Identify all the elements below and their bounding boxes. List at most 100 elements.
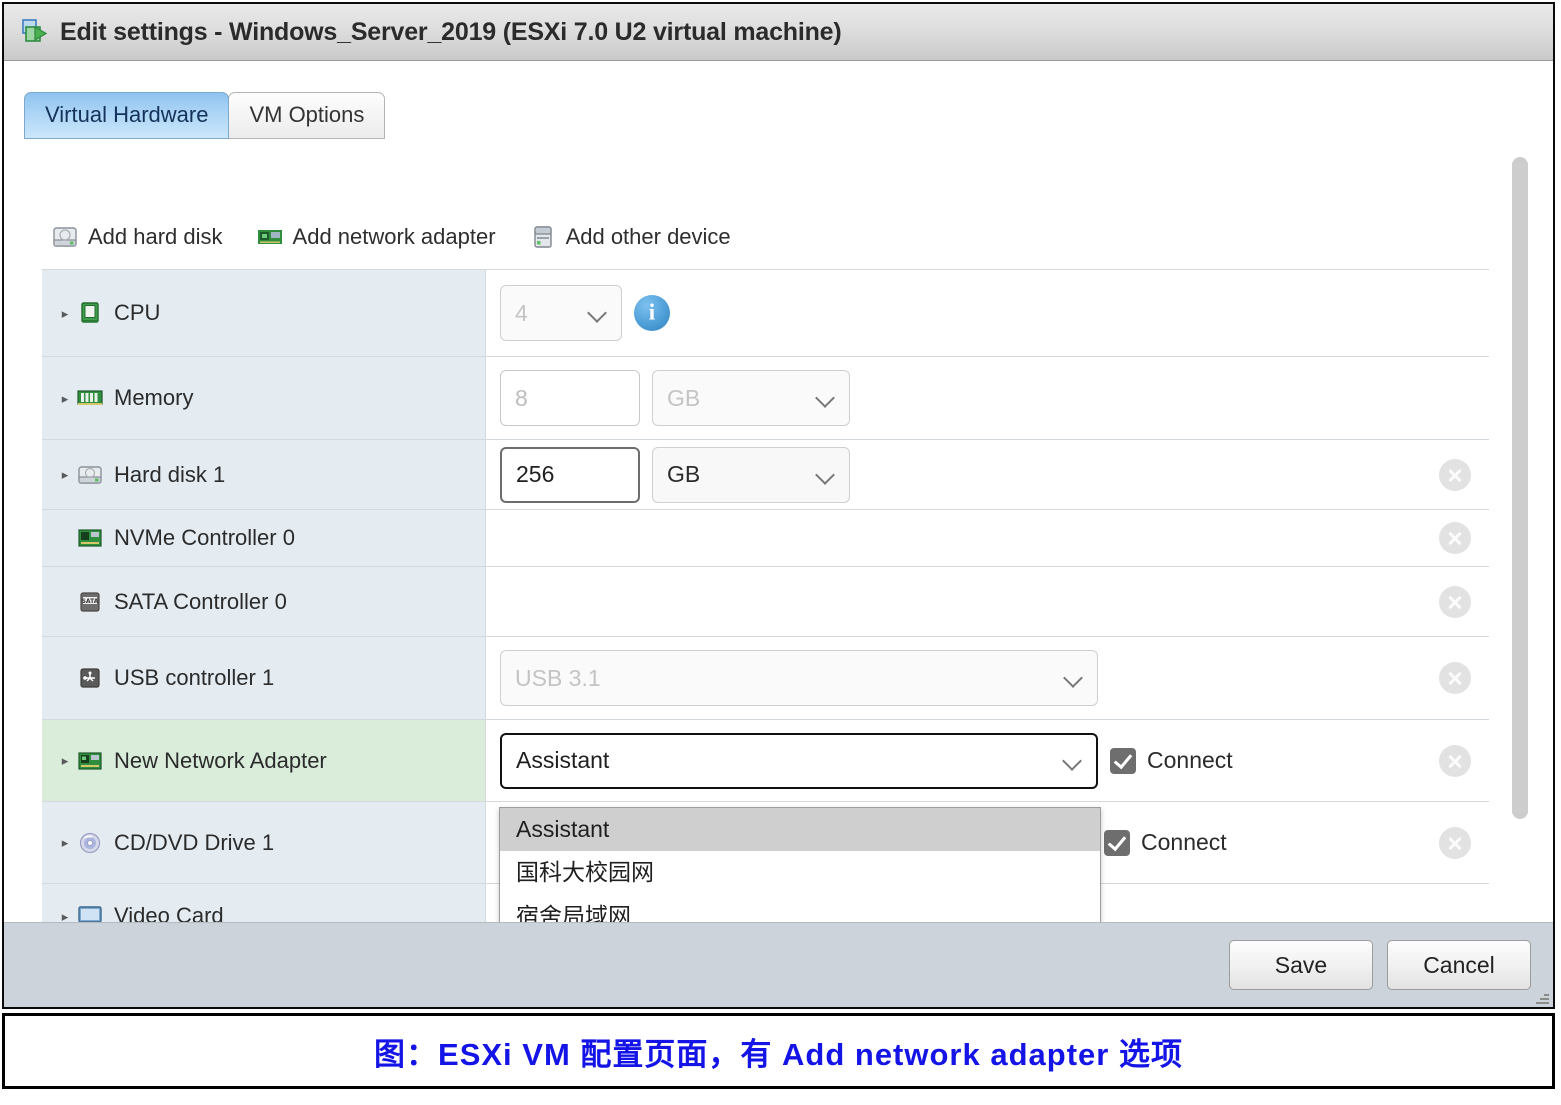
remove-usb-controller-button[interactable] [1439, 662, 1471, 694]
device-label-cell: ▸ USB controller 1 [42, 637, 486, 719]
memory-unit-value: GB [667, 385, 700, 412]
dropdown-option-label: Assistant [516, 816, 609, 842]
cpu-count-select[interactable]: 4 [500, 285, 622, 341]
device-name: CD/DVD Drive 1 [114, 830, 274, 856]
usb-controller-icon [76, 665, 104, 691]
device-label-cell: ▸ NVMe Controller 0 [42, 510, 486, 566]
hard-disk-icon [52, 225, 78, 249]
device-name: USB controller 1 [114, 665, 274, 691]
dialog-body: Virtual Hardware VM Options [4, 61, 1553, 922]
network-adapter-icon [76, 748, 104, 774]
vertical-scrollbar-track[interactable] [1512, 101, 1528, 904]
hard-disk-size-input[interactable]: 256 [500, 447, 640, 503]
usb-version-value: USB 3.1 [515, 665, 601, 692]
cpu-icon [76, 300, 104, 326]
device-label-cell: ▸ SATA SATA Controller 0 [42, 567, 486, 636]
cancel-button-label: Cancel [1423, 952, 1495, 979]
vm-icon [20, 18, 48, 46]
chevron-down-icon [817, 389, 835, 407]
device-name: Memory [114, 385, 193, 411]
device-name: Hard disk 1 [114, 462, 225, 488]
hard-disk-unit-select[interactable]: GB [652, 447, 850, 503]
device-fields-cell: 8 GB [486, 357, 1489, 439]
dropdown-option-campus-network[interactable]: 国科大校园网 [500, 851, 1100, 894]
table-row-sata-controller-0: ▸ SATA SATA Controller 0 [42, 567, 1489, 637]
hard-disk-size-value: 256 [516, 461, 554, 488]
remove-nvme-controller-button[interactable] [1439, 522, 1471, 554]
add-other-device-button[interactable]: Add other device [530, 224, 731, 250]
add-other-device-label: Add other device [566, 224, 731, 250]
network-adapter-icon [257, 225, 283, 249]
tab-virtual-hardware-label: Virtual Hardware [45, 102, 208, 127]
device-name: Video Card [114, 903, 224, 922]
device-name: NVMe Controller 0 [114, 525, 295, 551]
nvme-controller-icon [76, 525, 104, 551]
memory-icon [76, 385, 104, 411]
table-row-nvme-controller-0: ▸ NVMe Controller 0 [42, 510, 1489, 567]
remove-sata-controller-button[interactable] [1439, 586, 1471, 618]
network-connect-checkbox[interactable]: Connect [1110, 747, 1233, 774]
dropdown-option-label: 国科大校园网 [516, 859, 654, 885]
device-label-cell: ▸ New Network Adapter [42, 720, 486, 801]
chevron-down-icon [817, 466, 835, 484]
hard-disk-unit-value: GB [667, 461, 700, 488]
save-button-label: Save [1275, 952, 1327, 979]
vertical-scrollbar-thumb[interactable] [1512, 157, 1528, 819]
table-row-cpu: ▸ CPU 4 [42, 270, 1489, 357]
add-network-adapter-button[interactable]: Add network adapter [257, 224, 496, 250]
dropdown-option-label: 宿舍局域网 [516, 903, 631, 922]
dialog-footer: Save Cancel [4, 922, 1553, 1007]
table-row-memory: ▸ Memory [42, 357, 1489, 440]
cd-dvd-connect-label: Connect [1141, 829, 1227, 856]
expand-memory-twisty[interactable]: ▸ [54, 392, 76, 405]
dropdown-option-assistant[interactable]: Assistant [500, 808, 1100, 851]
device-fields-cell: USB 3.1 [486, 637, 1489, 719]
device-fields-cell: Assistant Connect [486, 720, 1489, 801]
cancel-button[interactable]: Cancel [1387, 940, 1531, 990]
screenshot-root: Edit settings - Windows_Server_2019 (ESX… [0, 0, 1561, 1105]
dialog-titlebar[interactable]: Edit settings - Windows_Server_2019 (ESX… [4, 4, 1553, 61]
device-fields-cell [486, 567, 1489, 636]
add-network-adapter-label: Add network adapter [293, 224, 496, 250]
usb-version-select[interactable]: USB 3.1 [500, 650, 1098, 706]
dropdown-option-dorm-lan[interactable]: 宿舍局域网 [500, 895, 1100, 922]
memory-size-input[interactable]: 8 [500, 370, 640, 426]
expand-network-adapter-twisty[interactable]: ▸ [54, 754, 76, 767]
device-name: CPU [114, 300, 160, 326]
table-row-new-network-adapter: ▸ New Network Adapter [42, 720, 1489, 802]
expand-cd-dvd-twisty[interactable]: ▸ [54, 836, 76, 849]
save-button[interactable]: Save [1229, 940, 1373, 990]
expand-video-card-twisty[interactable]: ▸ [54, 910, 76, 923]
dialog-title: Edit settings - Windows_Server_2019 (ESX… [60, 18, 842, 47]
tab-vm-options[interactable]: VM Options [228, 92, 385, 139]
cd-dvd-icon [76, 830, 104, 856]
info-icon[interactable] [634, 295, 670, 331]
device-label-cell: ▸ Hard disk 1 [42, 440, 486, 509]
expand-hard-disk-twisty[interactable]: ▸ [54, 468, 76, 481]
add-hard-disk-button[interactable]: Add hard disk [52, 224, 223, 250]
device-label-cell: ▸ CD/DVD Drive 1 [42, 802, 486, 883]
device-fields-cell [486, 510, 1489, 566]
resize-grip-icon[interactable] [1535, 990, 1549, 1004]
memory-unit-select[interactable]: GB [652, 370, 850, 426]
checkbox-checked-icon [1104, 830, 1130, 856]
device-label-cell: ▸ Memory [42, 357, 486, 439]
other-device-icon [530, 225, 556, 249]
remove-network-adapter-button[interactable] [1439, 745, 1471, 777]
network-connect-label: Connect [1147, 747, 1233, 774]
remove-hard-disk-button[interactable] [1439, 459, 1471, 491]
network-select[interactable]: Assistant [500, 733, 1098, 789]
expand-cpu-twisty[interactable]: ▸ [54, 307, 76, 320]
sata-controller-icon: SATA [76, 589, 104, 615]
cd-dvd-connect-checkbox[interactable]: Connect [1104, 829, 1227, 856]
figure-caption: 图：ESXi VM 配置页面，有 Add network adapter 选项 [2, 1013, 1555, 1089]
chevron-down-icon [589, 304, 607, 322]
device-name: New Network Adapter [114, 748, 327, 774]
hard-disk-icon [76, 462, 104, 488]
remove-cd-dvd-button[interactable] [1439, 827, 1471, 859]
table-row-hard-disk-1: ▸ Hard disk 1 2 [42, 440, 1489, 510]
add-hard-disk-label: Add hard disk [88, 224, 223, 250]
figure-caption-text: 图：ESXi VM 配置页面，有 Add network adapter 选项 [374, 1029, 1183, 1074]
video-card-icon [76, 903, 104, 922]
tab-virtual-hardware[interactable]: Virtual Hardware [24, 92, 229, 139]
